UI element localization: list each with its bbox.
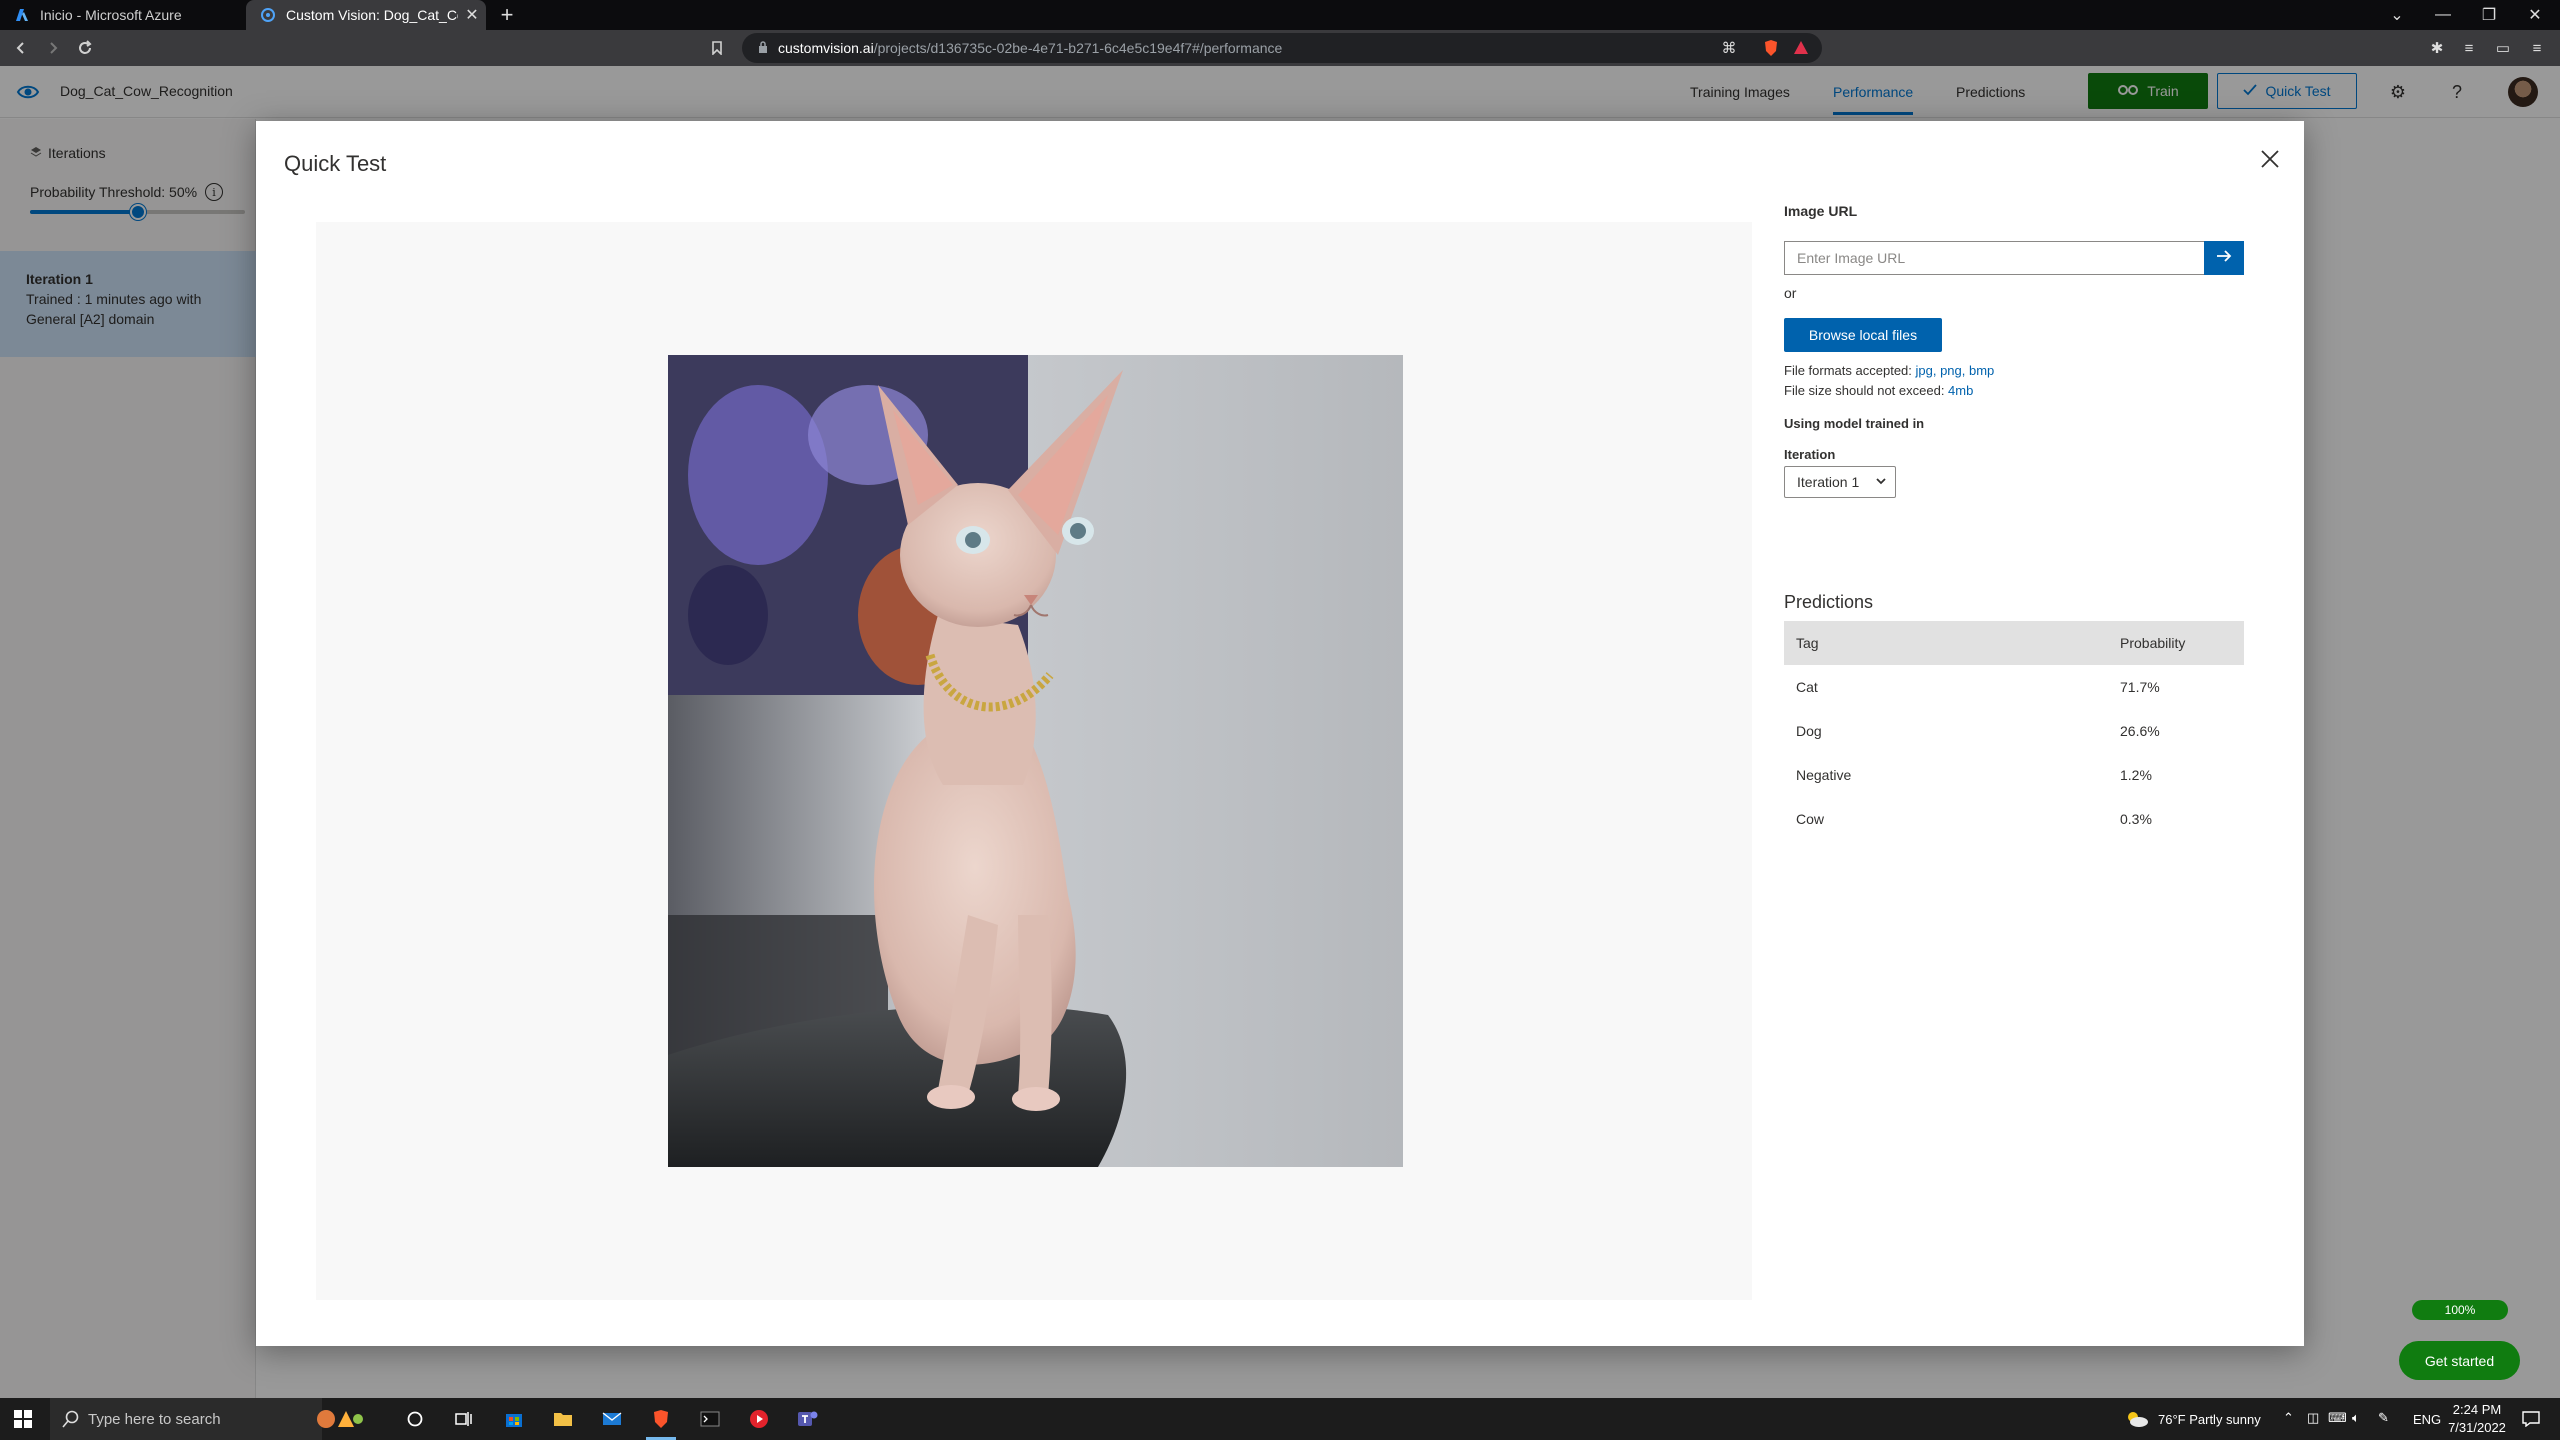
brave-shield-icon[interactable] [1758, 35, 1784, 61]
table-row: Cat 71.7% [1784, 665, 2244, 709]
table-header-row: Tag Probability [1784, 621, 2244, 665]
mail-icon[interactable] [597, 1404, 627, 1434]
back-icon[interactable] [8, 35, 34, 61]
url-path: /projects/d136735c-02be-4e71-b271-6c4e5c… [873, 40, 1283, 56]
address-bar[interactable]: customvision.ai/projects/d136735c-02be-4… [742, 33, 1822, 63]
test-image [668, 355, 1403, 1167]
or-label: or [1784, 285, 1797, 301]
url-host: customvision.ai [778, 40, 874, 56]
table-row: Negative 1.2% [1784, 753, 2244, 797]
weather-text[interactable]: 76°F Partly sunny [2158, 1412, 2261, 1427]
probability-cell: 1.2% [2120, 767, 2152, 783]
windows-taskbar: Type here to search 76°F Partly sunny ⌃ … [0, 1398, 2560, 1440]
submit-url-button[interactable] [2204, 241, 2244, 275]
new-tab-button[interactable]: + [494, 2, 520, 28]
notifications-icon[interactable] [2516, 1404, 2546, 1434]
probability-cell: 26.6% [2120, 723, 2160, 739]
wallet-icon[interactable]: ▭ [2490, 35, 2516, 61]
close-tab-icon[interactable]: ✕ [458, 5, 486, 25]
forward-icon[interactable] [40, 35, 66, 61]
file-size-text: File size should not exceed: 4mb [1784, 383, 1973, 398]
brave-rewards-icon[interactable] [1788, 35, 1814, 61]
browser-tab-custom-vision[interactable]: Custom Vision: Dog_Cat_Cow_Re ✕ [246, 0, 486, 30]
column-header-tag: Tag [1796, 635, 1819, 651]
tab-title: Inicio - Microsoft Azure [40, 7, 182, 23]
browser-toolbar: customvision.ai/projects/d136735c-02be-4… [0, 30, 2560, 66]
iteration-select[interactable]: Iteration 1 [1784, 466, 1896, 498]
quick-test-dialog: Quick Test Image URL Enter Image URL or … [256, 121, 2304, 1346]
file-size-prefix: File size should not exceed: [1784, 383, 1949, 398]
task-view-icon[interactable] [449, 1404, 479, 1434]
tray-chevron-up-icon[interactable]: ⌃ [2283, 1410, 2294, 1426]
table-row: Cow 0.3% [1784, 797, 2244, 841]
arrow-right-icon [2216, 249, 2232, 268]
lock-icon [758, 40, 768, 56]
column-header-probability: Probability [2120, 635, 2186, 651]
terminal-icon[interactable] [695, 1404, 725, 1434]
restore-button[interactable]: ❐ [2466, 0, 2512, 30]
media-player-icon[interactable] [744, 1404, 774, 1434]
qr-share-icon[interactable]: ⌘ [1716, 35, 1742, 61]
extensions-icon[interactable]: ✱ [2424, 35, 2450, 61]
network-icon[interactable]: ⌨ [2328, 1410, 2347, 1426]
taskbar-search-box[interactable]: Type here to search [50, 1398, 363, 1440]
language-indicator[interactable]: ENG [2413, 1412, 2441, 1427]
predictions-title: Predictions [1784, 592, 1874, 612]
browse-local-files-button[interactable]: Browse local files [1784, 318, 1942, 352]
chevron-down-icon [1875, 474, 1887, 491]
image-url-label: Image URL [1784, 203, 1858, 219]
teams-icon[interactable] [793, 1404, 823, 1434]
azure-icon [14, 7, 30, 23]
pen-icon[interactable]: ✎ [2378, 1410, 2389, 1426]
dialog-title: Quick Test [284, 151, 387, 176]
close-icon[interactable] [2254, 143, 2286, 175]
model-label: Using model trained in [1784, 416, 1925, 431]
iteration-select-value: Iteration 1 [1797, 474, 1860, 490]
reload-icon[interactable] [72, 35, 98, 61]
menu-icon[interactable]: ≡ [2524, 35, 2550, 61]
reading-list-icon[interactable]: ≡ [2456, 35, 2482, 61]
tag-cell: Cow [1796, 811, 1825, 827]
probability-cell: 71.7% [2120, 679, 2160, 695]
table-row: Dog 26.6% [1784, 709, 2244, 753]
search-highlight-icon[interactable] [314, 1407, 364, 1435]
custom-vision-icon [260, 7, 276, 23]
tab-title: Custom Vision: Dog_Cat_Cow_Re [286, 7, 458, 23]
iteration-label: Iteration [1784, 447, 1836, 462]
windows-start-icon[interactable] [8, 1404, 38, 1434]
probability-cell: 0.3% [2120, 811, 2152, 827]
test-options-panel: Image URL or Browse local files File for… [1784, 121, 2244, 1346]
tab-search-icon[interactable]: ⌄ [2374, 0, 2420, 30]
meet-now-icon[interactable]: ◫ [2307, 1410, 2319, 1426]
get-started-button[interactable]: Get started [2399, 1341, 2520, 1380]
zoom-badge: 100% [2412, 1300, 2508, 1320]
file-size-value: 4mb [1948, 383, 1974, 398]
close-window-button[interactable]: ✕ [2512, 0, 2558, 30]
cortana-icon[interactable] [400, 1404, 430, 1434]
search-icon [62, 1410, 80, 1432]
file-formats-prefix: File formats accepted: [1784, 363, 1916, 378]
tag-cell: Dog [1796, 723, 1822, 739]
volume-icon[interactable]: 🔈︎ [2352, 1410, 2360, 1426]
bookmark-icon[interactable] [704, 35, 730, 61]
brave-browser-icon[interactable] [646, 1404, 676, 1434]
clock-time[interactable]: 2:24 PM [2449, 1402, 2505, 1417]
file-formats-value: jpg, png, bmp [1915, 363, 1995, 378]
file-formats-text: File formats accepted: jpg, png, bmp [1784, 363, 1994, 378]
search-placeholder: Type here to search [88, 1410, 221, 1428]
store-icon[interactable] [499, 1404, 529, 1434]
tag-cell: Negative [1796, 767, 1852, 783]
browser-tab-bar: Inicio - Microsoft Azure Custom Vision: … [0, 0, 2560, 30]
clock-date[interactable]: 7/31/2022 [2447, 1420, 2507, 1435]
image-url-input[interactable] [1784, 241, 2204, 275]
weather-icon[interactable] [2122, 1404, 2152, 1434]
browser-tab-azure[interactable]: Inicio - Microsoft Azure [0, 0, 246, 30]
minimize-button[interactable]: — [2420, 0, 2466, 30]
image-preview-panel [316, 222, 1752, 1300]
predictions-table: Tag Probability Cat 71.7% Dog 26.6% Nega… [1784, 621, 2244, 841]
file-explorer-icon[interactable] [548, 1404, 578, 1434]
tag-cell: Cat [1796, 679, 1818, 695]
